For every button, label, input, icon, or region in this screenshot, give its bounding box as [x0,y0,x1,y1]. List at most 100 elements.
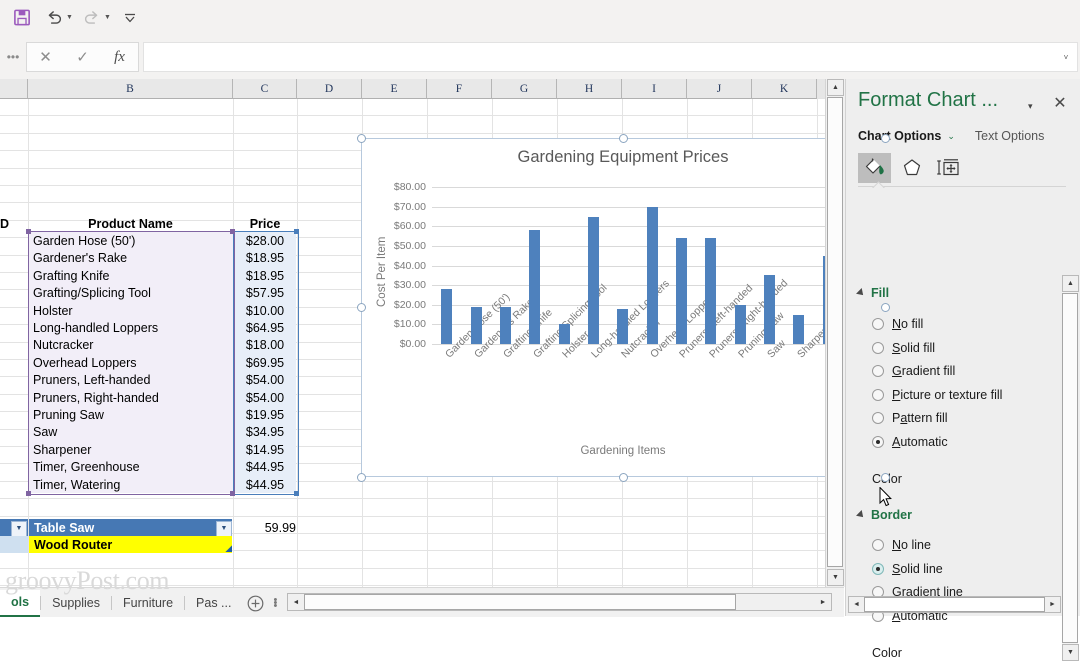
column-header-G[interactable]: G [492,79,557,99]
chart-resize-handle[interactable] [880,303,890,312]
column-header-E[interactable]: E [362,79,427,99]
cell-price[interactable]: $18.00 [234,336,296,355]
cancel-formula-button[interactable]: ✕ [27,43,64,71]
pane-horizontal-scrollbar[interactable]: ◄ ► [848,596,1061,613]
cell-product-name[interactable]: Grafting/Splicing Tool [29,284,236,302]
undo-button[interactable] [39,4,69,32]
formula-bar-expand-button[interactable]: ˅ [1055,53,1077,62]
chart-resize-handle[interactable] [618,133,628,143]
pane-scroll-left-button[interactable]: ◄ [849,597,864,612]
chart-bar[interactable] [676,238,687,344]
sheet-tab-more-button[interactable]: • • • [268,591,282,616]
column-header-J[interactable]: J [687,79,752,99]
pane-horizontal-scrollbar-thumb[interactable] [864,597,1045,612]
pane-scroll-down-button[interactable]: ▼ [1062,644,1079,661]
add-sheet-button[interactable] [242,591,268,616]
selection-handle[interactable] [294,491,299,497]
chart-resize-handle[interactable] [356,472,366,482]
chart-resize-handle[interactable] [356,133,366,143]
chart-bar[interactable] [647,207,658,344]
tab-text-options[interactable]: Text Options [975,129,1044,143]
chart-bar[interactable] [764,275,775,344]
pane-title-dropdown-caret[interactable]: ▾ [1028,101,1033,112]
selection-handle[interactable] [26,229,31,235]
column-header-H[interactable]: H [557,79,622,99]
cell-price[interactable]: $54.00 [234,371,296,389]
cell-price[interactable]: $14.95 [234,441,296,459]
cell-product-name[interactable]: Overhead Loppers [29,354,236,372]
cell-header-price[interactable]: Price [234,215,296,232]
radio-dot[interactable] [872,365,884,377]
radio-dot[interactable] [872,412,884,424]
chart-resize-handle[interactable] [880,133,890,143]
cell-wood-router[interactable]: Wood Router [29,536,232,554]
cell-product-name[interactable]: Garden Hose (50') [29,232,236,250]
radio-no-line[interactable]: No line [872,538,931,552]
fill-section-header[interactable]: Fill [856,286,889,300]
column-header-K[interactable]: K [752,79,817,99]
cell-price[interactable]: $54.00 [234,389,296,407]
cell-partial-label[interactable]: D [0,215,26,232]
pane-vertical-scrollbar[interactable]: ▲ ▼ [1062,275,1079,661]
radio-no-fill[interactable]: No fill [872,317,923,331]
row-header-highlighted[interactable] [0,536,28,554]
chart-bar[interactable] [705,238,716,344]
chart-resize-handle[interactable] [356,303,366,312]
radio-solid-line[interactable]: Solid line [872,562,943,576]
column-header-corner[interactable] [0,79,28,99]
chart-bar[interactable] [793,315,804,344]
cell-product-name[interactable]: Long-handled Loppers [29,319,236,337]
chart-object[interactable]: Gardening Equipment Prices $0.00 $10.00 $2… [361,138,885,477]
formula-input[interactable]: ˅ [143,42,1078,72]
cell-price[interactable]: $18.95 [234,267,296,285]
size-and-properties-button[interactable] [932,153,965,183]
cell-product-name[interactable]: Pruning Saw [29,406,236,424]
chart-bar[interactable] [471,307,482,344]
cell-price[interactable]: $69.95 [234,354,296,372]
cell-product-name[interactable]: Gardener's Rake [29,249,236,268]
selection-handle[interactable] [294,229,299,235]
scroll-left-button[interactable]: ◄ [288,594,304,610]
column-header-I[interactable]: I [622,79,687,99]
worksheet-vertical-scrollbar[interactable]: ▲ ▼ [825,79,845,587]
radio-dot[interactable] [872,388,884,401]
cell-product-name[interactable]: Nutcracker [29,336,236,355]
cell-price[interactable]: $18.95 [234,249,296,268]
radio-dot[interactable] [872,435,884,448]
column-header-D[interactable]: D [297,79,362,99]
horizontal-scrollbar-thumb[interactable] [304,594,736,610]
cell-product-name[interactable]: Sharpener [29,441,236,459]
cell-header-product-name[interactable]: Product Name [29,215,232,232]
selection-handle[interactable] [230,491,235,497]
radio-dot[interactable] [872,539,884,551]
cell-product-name[interactable]: Timer, Watering [29,476,236,494]
cell-price[interactable]: $44.95 [234,458,296,476]
cell-table-saw[interactable]: Table Saw [29,519,232,536]
vertical-scrollbar-thumb[interactable] [827,97,843,567]
horizontal-scrollbar-track[interactable] [304,594,815,610]
column-header-F[interactable]: F [427,79,492,99]
sheet-tab-pas[interactable]: Pas ... [185,591,242,616]
chart-bar[interactable] [617,309,628,344]
selection-handle[interactable] [230,229,235,235]
scroll-down-button[interactable]: ▼ [827,569,844,586]
worksheet-horizontal-scrollbar[interactable]: ◄ ► [287,593,832,611]
cell-product-name[interactable]: Saw [29,423,236,442]
effects-button[interactable] [895,153,928,183]
customize-quick-access-button[interactable] [115,4,145,32]
chart-bar[interactable] [559,324,570,344]
cell-price[interactable]: $10.00 [234,302,296,320]
pane-vertical-scrollbar-thumb[interactable] [1062,293,1078,643]
chart-options-caret-icon[interactable]: ⌄ [947,131,955,142]
cell-product-name[interactable]: Pruners, Right-handed [29,389,236,407]
cell-price[interactable]: $34.95 [234,423,296,442]
radio-picture-or-texture-fill[interactable]: Picture or texture fill [872,388,1002,402]
pane-scroll-up-button[interactable]: ▲ [1062,275,1079,292]
radio-dot[interactable] [872,341,884,354]
chart-bar[interactable] [529,230,540,344]
cell-price[interactable]: $57.95 [234,284,296,302]
chart-resize-handle[interactable] [880,472,890,482]
cell-product-name[interactable]: Holster [29,302,236,320]
border-section-header[interactable]: Border [856,508,912,522]
radio-solid-fill[interactable]: Solid fill [872,341,935,355]
